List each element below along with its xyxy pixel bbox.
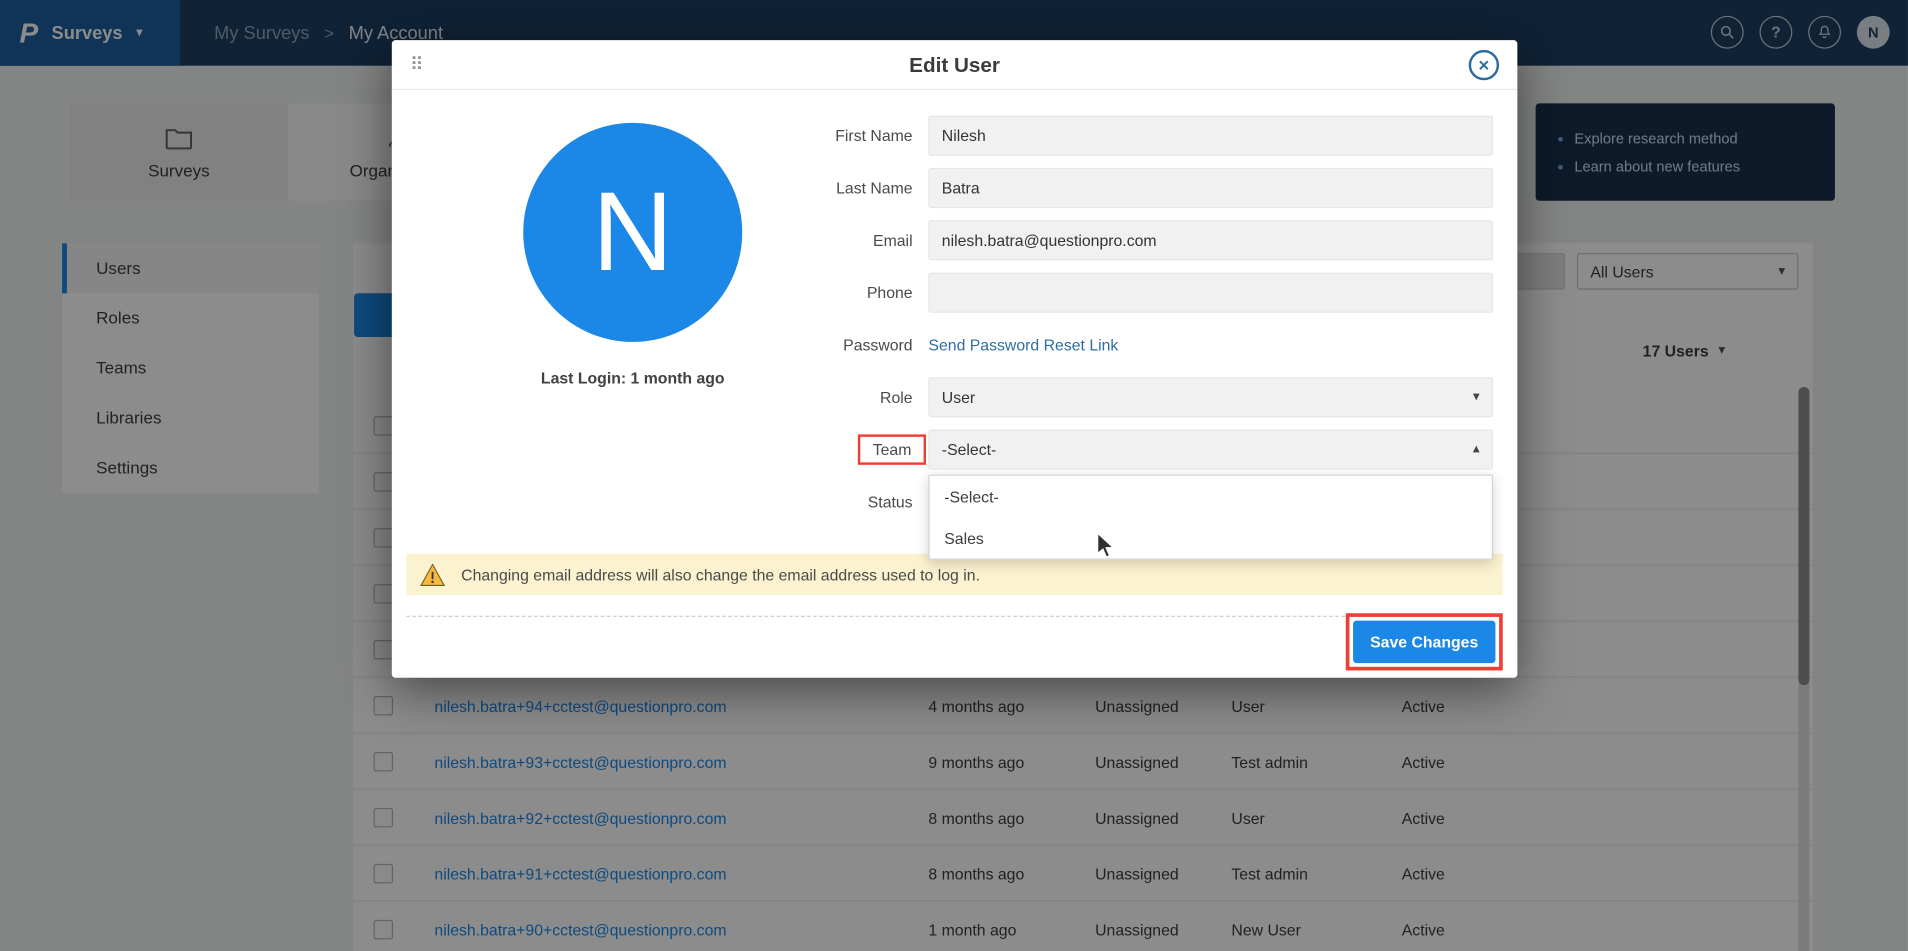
first-name-label: First Name [392, 116, 929, 156]
team-label-highlight: Team [858, 434, 926, 464]
email-input[interactable] [928, 220, 1493, 260]
email-change-warning: Changing email address will also change … [406, 554, 1502, 595]
last-name-row: Last Name [392, 168, 1493, 208]
team-select[interactable]: -Select- ▴ [928, 430, 1493, 470]
chevron-up-icon: ▴ [1473, 443, 1480, 456]
first-name-row: First Name [392, 116, 1493, 156]
role-select[interactable]: User ▾ [928, 377, 1493, 417]
send-password-reset-link[interactable]: Send Password Reset Link [928, 336, 1118, 354]
mouse-cursor [1093, 532, 1120, 561]
save-button-highlight: Save Changes [1346, 613, 1503, 670]
status-label: Status [392, 482, 929, 522]
app-window: P Surveys ▾ My Surveys > My Account ? N … [0, 0, 1908, 951]
warning-icon [420, 563, 446, 586]
team-label: Team [873, 440, 912, 458]
role-row: Role User ▾ [392, 377, 1493, 417]
modal-header: ⠿ Edit User ✕ [392, 40, 1518, 90]
password-row: Password Send Password Reset Link [392, 325, 1493, 365]
close-button[interactable]: ✕ [1469, 50, 1499, 80]
last-name-label: Last Name [392, 168, 929, 208]
team-label-wrap: Team [392, 430, 929, 470]
team-option-sales[interactable]: Sales [930, 517, 1492, 558]
edit-user-modal: ⠿ Edit User ✕ N Last Login: 1 month ago … [392, 40, 1518, 678]
screenshot-root: P Surveys ▾ My Surveys > My Account ? N … [0, 0, 1908, 951]
phone-label: Phone [392, 273, 929, 313]
password-label: Password [392, 325, 929, 365]
email-label: Email [392, 220, 929, 260]
team-select-value: -Select- [942, 440, 997, 458]
drag-handle-icon[interactable]: ⠿ [410, 40, 423, 90]
team-row: Team -Select- ▴ [392, 430, 1493, 470]
role-select-value: User [942, 388, 975, 406]
team-option-select[interactable]: -Select- [930, 476, 1492, 517]
role-label: Role [392, 377, 929, 417]
save-changes-button[interactable]: Save Changes [1353, 621, 1495, 664]
footer-divider [406, 616, 1502, 617]
team-dropdown-panel: -Select- Sales [928, 475, 1493, 560]
chevron-down-icon: ▾ [1473, 391, 1480, 404]
phone-row: Phone [392, 273, 1493, 313]
first-name-input[interactable] [928, 116, 1493, 156]
last-name-input[interactable] [928, 168, 1493, 208]
close-icon: ✕ [1478, 57, 1490, 74]
modal-title: Edit User [392, 40, 1518, 90]
phone-input[interactable] [928, 273, 1493, 313]
email-row: Email [392, 220, 1493, 260]
warning-text: Changing email address will also change … [461, 565, 980, 583]
